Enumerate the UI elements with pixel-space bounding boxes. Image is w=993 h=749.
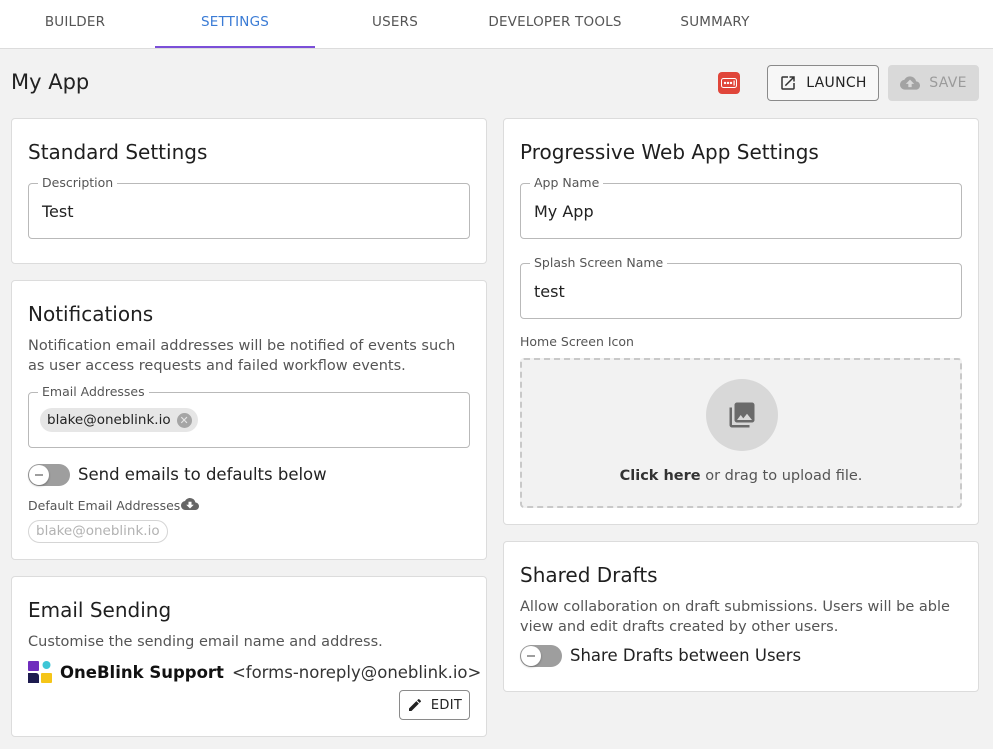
standard-settings-title: Standard Settings (28, 140, 208, 164)
shared-drafts-title: Shared Drafts (520, 563, 658, 587)
splash-screen-name-field[interactable]: Splash Screen Name test (520, 255, 962, 319)
email-sending-title: Email Sending (28, 598, 172, 622)
oneblink-logo (28, 661, 52, 683)
description-label: Description (38, 175, 118, 190)
email-sending-description: Customise the sending email name and add… (28, 634, 383, 650)
email-addresses-field[interactable]: Email Addresses blake@oneblink.io ✕ (28, 384, 470, 448)
edit-label: EDIT (430, 697, 463, 713)
edit-button[interactable]: EDIT (399, 690, 470, 720)
tab-settings[interactable]: SETTINGS (155, 0, 315, 48)
cloud-upload-icon (900, 76, 921, 90)
save-label: SAVE (929, 75, 967, 91)
upload-drag-text: or drag to upload file. (700, 468, 863, 484)
sender-info: OneBlink Support <forms-noreply@oneblink… (28, 661, 481, 683)
notifications-title: Notifications (28, 302, 154, 326)
email-chip-text: blake@oneblink.io (47, 412, 171, 428)
description-field[interactable]: Description Test (28, 175, 470, 239)
upload-dropzone[interactable]: Click here or drag to upload file. (520, 358, 962, 508)
send-defaults-toggle[interactable] (28, 464, 70, 486)
splash-screen-name-value: test (534, 282, 565, 301)
sender-email: <forms-noreply@oneblink.io> (231, 662, 482, 682)
standard-settings-card: Standard Settings Description Test (11, 118, 487, 264)
save-button[interactable]: SAVE (888, 65, 979, 101)
pencil-icon (408, 698, 421, 711)
tab-developer-tools[interactable]: DEVELOPER TOOLS (475, 0, 635, 48)
cancel-circle-icon[interactable]: ✕ (176, 412, 192, 428)
tab-builder[interactable]: BUILDER (0, 0, 155, 48)
tab-bar: BUILDER SETTINGS USERS DEVELOPER TOOLS S… (0, 0, 993, 49)
shared-drafts-description: Allow collaboration on draft submissions… (520, 599, 950, 635)
email-chip: blake@oneblink.io ✕ (40, 408, 198, 432)
open-in-new-icon (781, 76, 795, 90)
notifications-card: Notifications Notification email address… (11, 280, 487, 560)
shared-drafts-card: Shared Drafts Allow collaboration on dra… (503, 541, 979, 692)
pwa-settings-title: Progressive Web App Settings (520, 140, 819, 164)
developer-tools-button[interactable] (718, 72, 740, 94)
launch-button[interactable]: LAUNCH (767, 65, 879, 101)
default-email-label: Default Email Addresses (28, 498, 181, 513)
app-name-field[interactable]: App Name My App (520, 175, 962, 239)
upload-click-here-link[interactable]: Click here (620, 468, 701, 484)
launch-label: LAUNCH (806, 75, 867, 91)
send-defaults-label: Send emails to defaults below (78, 465, 327, 484)
description-value: Test (42, 202, 74, 221)
app-name-value: My App (534, 202, 594, 221)
default-email-chip: blake@oneblink.io (28, 520, 168, 543)
page-title: My App (11, 70, 90, 94)
tab-summary[interactable]: SUMMARY (635, 0, 795, 48)
app-name-label: App Name (530, 175, 604, 190)
email-sending-card: Email Sending Customise the sending emai… (11, 576, 487, 737)
pwa-settings-card: Progressive Web App Settings App Name My… (503, 118, 979, 525)
share-drafts-toggle[interactable] (520, 645, 562, 667)
cloud-download-icon (181, 498, 199, 510)
share-drafts-label: Share Drafts between Users (570, 646, 802, 665)
tab-users[interactable]: USERS (315, 0, 475, 48)
sender-name: OneBlink Support (60, 662, 224, 682)
upload-icon-circle (706, 379, 778, 451)
upload-instructions: Click here or drag to upload file. (522, 468, 960, 484)
email-addresses-label: Email Addresses (38, 384, 149, 399)
notifications-description: Notification email addresses will be not… (28, 338, 456, 374)
image-icon (729, 402, 755, 428)
home-screen-icon-label: Home Screen Icon (520, 334, 634, 349)
splash-screen-name-label: Splash Screen Name (530, 255, 668, 270)
developer-tools-icon (721, 78, 737, 88)
